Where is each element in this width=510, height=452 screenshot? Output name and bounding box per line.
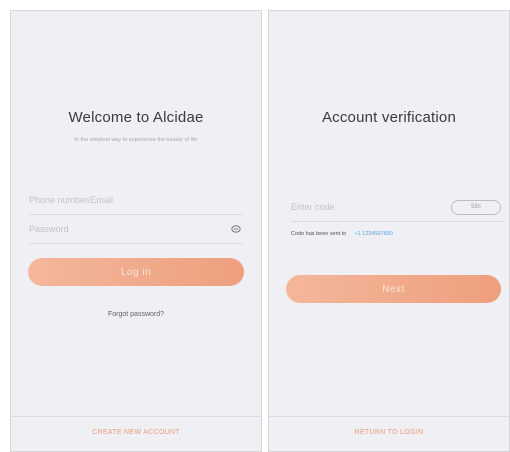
resend-timer-button[interactable]: 58s	[451, 200, 501, 215]
verification-footer: RETURN TO LOGIN	[269, 416, 509, 451]
login-title: Welcome to Alcidae	[68, 109, 204, 126]
password-input[interactable]	[29, 215, 243, 243]
phone-email-input[interactable]	[29, 186, 243, 214]
sent-phone-number: +1 1234567890	[354, 231, 393, 237]
page: Welcome to Alcidae In the simplest way t…	[0, 0, 510, 452]
code-sent-label: Code has been sent to	[291, 231, 347, 237]
next-button[interactable]: Next	[286, 275, 501, 303]
forgot-password-link[interactable]: Forgot password?	[11, 311, 261, 318]
return-to-login-link[interactable]: RETURN TO LOGIN	[269, 429, 509, 436]
login-subtitle: In the simplest way to experience the be…	[74, 137, 198, 143]
code-sent-notice: Code has been sent to +1 1234567890	[291, 231, 393, 237]
login-screen: Welcome to Alcidae In the simplest way t…	[10, 10, 262, 452]
create-account-link[interactable]: CREATE NEW ACCOUNT	[11, 429, 261, 436]
verification-title: Account verification	[321, 109, 457, 126]
code-field: 58s	[291, 193, 505, 222]
password-field	[29, 215, 243, 244]
phone-email-field	[29, 186, 243, 215]
login-footer: CREATE NEW ACCOUNT	[11, 416, 261, 451]
verification-screen: Account verification 58s Code has been s…	[268, 10, 510, 452]
login-button[interactable]: Log in	[28, 258, 244, 286]
eye-icon[interactable]	[231, 225, 241, 233]
